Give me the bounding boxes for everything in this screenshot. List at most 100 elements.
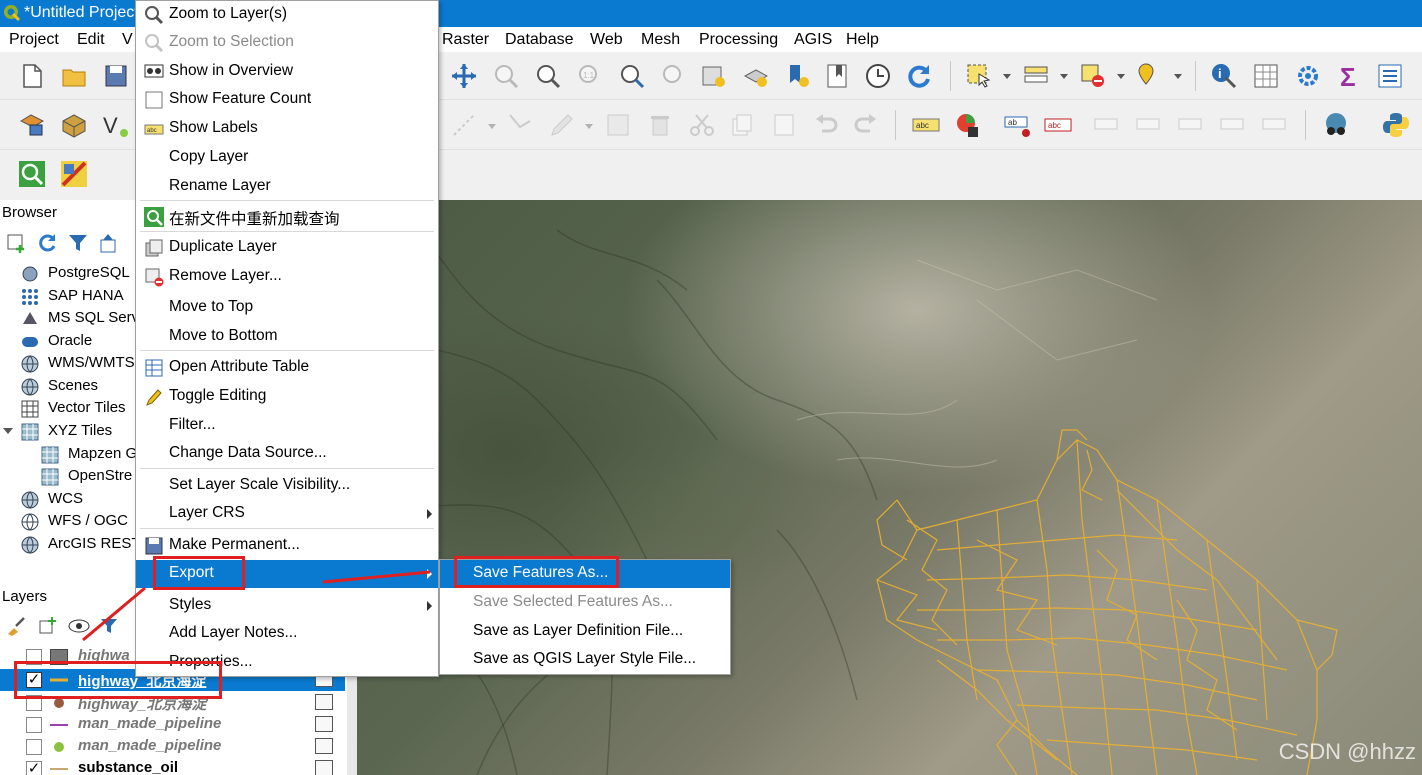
- layer-indicator-icon[interactable]: [315, 694, 333, 710]
- move-label-icon[interactable]: [1094, 111, 1122, 139]
- select-features-icon[interactable]: [965, 62, 993, 90]
- menu-view[interactable]: V: [122, 31, 133, 49]
- pan-to-selection-icon[interactable]: [450, 62, 478, 90]
- menu-filter[interactable]: Filter...: [136, 412, 438, 440]
- menu-styles[interactable]: Styles: [136, 592, 438, 620]
- menu-open-attribute-table[interactable]: Open Attribute Table: [136, 354, 438, 382]
- cut-icon[interactable]: [688, 111, 716, 139]
- menu-show-labels[interactable]: abc Show Labels: [136, 115, 438, 143]
- zoom-in-icon[interactable]: [492, 62, 520, 90]
- menu-help[interactable]: Help: [846, 31, 879, 49]
- pin-label-icon[interactable]: ab: [1004, 111, 1032, 139]
- menu-reload-query[interactable]: 在新文件中重新加载查询: [136, 203, 438, 231]
- menu-move-to-top[interactable]: Move to Top: [136, 294, 438, 322]
- menu-web[interactable]: Web: [590, 31, 623, 49]
- menu-change-data-source[interactable]: Change Data Source...: [136, 440, 438, 468]
- processing-toolbox-icon[interactable]: [60, 160, 88, 188]
- settings-gear-icon[interactable]: [1294, 62, 1322, 90]
- attribute-table-icon[interactable]: [1252, 62, 1280, 90]
- menu-show-in-overview[interactable]: Show in Overview: [136, 58, 438, 86]
- menu-move-to-bottom[interactable]: Move to Bottom: [136, 323, 438, 351]
- layer-indicator-icon[interactable]: [315, 716, 333, 732]
- change-label-icon[interactable]: [1220, 111, 1248, 139]
- filter-legend-icon[interactable]: [99, 616, 119, 636]
- menu-save-selected-features-as[interactable]: Save Selected Features As...: [440, 589, 730, 617]
- menu-save-layer-definition[interactable]: Save as Layer Definition File...: [440, 618, 730, 646]
- menu-mesh[interactable]: Mesh: [641, 31, 680, 49]
- python-console-icon[interactable]: [1382, 111, 1410, 139]
- rotate-label-icon[interactable]: [1178, 111, 1206, 139]
- layer-visibility-checkbox[interactable]: [26, 739, 42, 755]
- zoom-out-icon[interactable]: [534, 62, 562, 90]
- label-abc-icon[interactable]: abc: [912, 111, 940, 139]
- zoom-last-icon[interactable]: [784, 62, 812, 90]
- menu-agis[interactable]: AGIS: [794, 31, 832, 49]
- select-location-icon[interactable]: [1136, 62, 1164, 90]
- filter-icon[interactable]: [67, 232, 89, 254]
- identify-icon[interactable]: i: [1210, 62, 1238, 90]
- collapse-all-icon[interactable]: [98, 232, 120, 254]
- layer-visibility-checkbox[interactable]: [26, 717, 42, 733]
- statistics-sigma-icon[interactable]: Σ: [1335, 62, 1363, 90]
- menu-edit[interactable]: Edit: [77, 31, 105, 49]
- menu-set-scale-visibility[interactable]: Set Layer Scale Visibility...: [136, 472, 438, 500]
- save-project-icon[interactable]: [102, 62, 130, 90]
- zoom-native-icon[interactable]: 1:1: [576, 62, 604, 90]
- digitize-vertex-icon[interactable]: V: [102, 111, 130, 139]
- show-hide-label-icon[interactable]: [1136, 111, 1164, 139]
- layer-visibility-checkbox[interactable]: ✓: [26, 761, 42, 775]
- layer-row[interactable]: man_made_pipeline: [0, 736, 345, 758]
- add-layer-icon[interactable]: [5, 232, 27, 254]
- menu-rename-layer[interactable]: Rename Layer: [136, 173, 438, 201]
- paste-icon[interactable]: [770, 111, 798, 139]
- list-view-icon[interactable]: [1376, 62, 1404, 90]
- highlight-label-icon[interactable]: abc: [1044, 111, 1072, 139]
- zoom-layers-icon[interactable]: [742, 62, 770, 90]
- add-group-icon[interactable]: [37, 616, 57, 636]
- undo-icon[interactable]: [812, 111, 840, 139]
- menu-add-layer-notes[interactable]: Add Layer Notes...: [136, 620, 438, 648]
- data-source-manager-icon[interactable]: [18, 111, 46, 139]
- redo-icon[interactable]: [852, 111, 880, 139]
- select-by-value-icon[interactable]: [1022, 62, 1050, 90]
- new-project-icon[interactable]: [18, 62, 46, 90]
- menu-processing[interactable]: Processing: [699, 31, 778, 49]
- layer-indicator-icon[interactable]: [315, 760, 333, 775]
- refresh-icon[interactable]: [905, 62, 933, 90]
- layers-scrollbar[interactable]: [347, 665, 357, 775]
- bookmark-icon[interactable]: [824, 62, 852, 90]
- modify-attributes-icon[interactable]: [548, 111, 576, 139]
- edit-pencil-icon[interactable]: [604, 111, 632, 139]
- menu-layer-crs[interactable]: Layer CRS: [136, 500, 438, 528]
- copy-icon[interactable]: [728, 111, 756, 139]
- menu-database[interactable]: Database: [505, 31, 574, 49]
- zoom-full-icon[interactable]: [618, 62, 646, 90]
- layer-indicator-icon[interactable]: [315, 738, 333, 754]
- deselect-icon[interactable]: [1079, 62, 1107, 90]
- visibility-eye-icon[interactable]: [68, 616, 90, 636]
- edit-line-icon[interactable]: [450, 111, 478, 139]
- style-brush-icon[interactable]: [6, 616, 26, 636]
- vertex-tool-icon[interactable]: [506, 111, 534, 139]
- open-project-icon[interactable]: [60, 62, 88, 90]
- layer-row[interactable]: ✓ substance_oil: [0, 758, 345, 775]
- zoom-layer-icon[interactable]: [700, 62, 728, 90]
- temporal-clock-icon[interactable]: [864, 62, 892, 90]
- spy-plugin-icon[interactable]: [1322, 111, 1350, 139]
- menu-remove-layer[interactable]: Remove Layer...: [136, 263, 438, 291]
- menu-zoom-to-layers[interactable]: Zoom to Layer(s): [136, 1, 438, 29]
- new-geopackage-icon[interactable]: [60, 111, 88, 139]
- diagram-pie-icon[interactable]: [954, 111, 982, 139]
- menu-copy-layer[interactable]: Copy Layer: [136, 144, 438, 172]
- menu-toggle-editing[interactable]: Toggle Editing: [136, 383, 438, 411]
- delete-selected-icon[interactable]: [646, 111, 674, 139]
- map-canvas[interactable]: CSDN @hhzz: [357, 200, 1422, 775]
- layer-row[interactable]: man_made_pipeline: [0, 714, 345, 736]
- db-manager-query-icon[interactable]: [18, 160, 46, 188]
- menu-zoom-to-selection[interactable]: Zoom to Selection: [136, 29, 438, 57]
- menu-show-feature-count[interactable]: Show Feature Count: [136, 86, 438, 114]
- zoom-selection-icon[interactable]: [660, 62, 688, 90]
- expand-arrow-icon[interactable]: [3, 428, 13, 434]
- refresh-icon[interactable]: [36, 232, 58, 254]
- menu-project[interactable]: Project: [9, 31, 59, 49]
